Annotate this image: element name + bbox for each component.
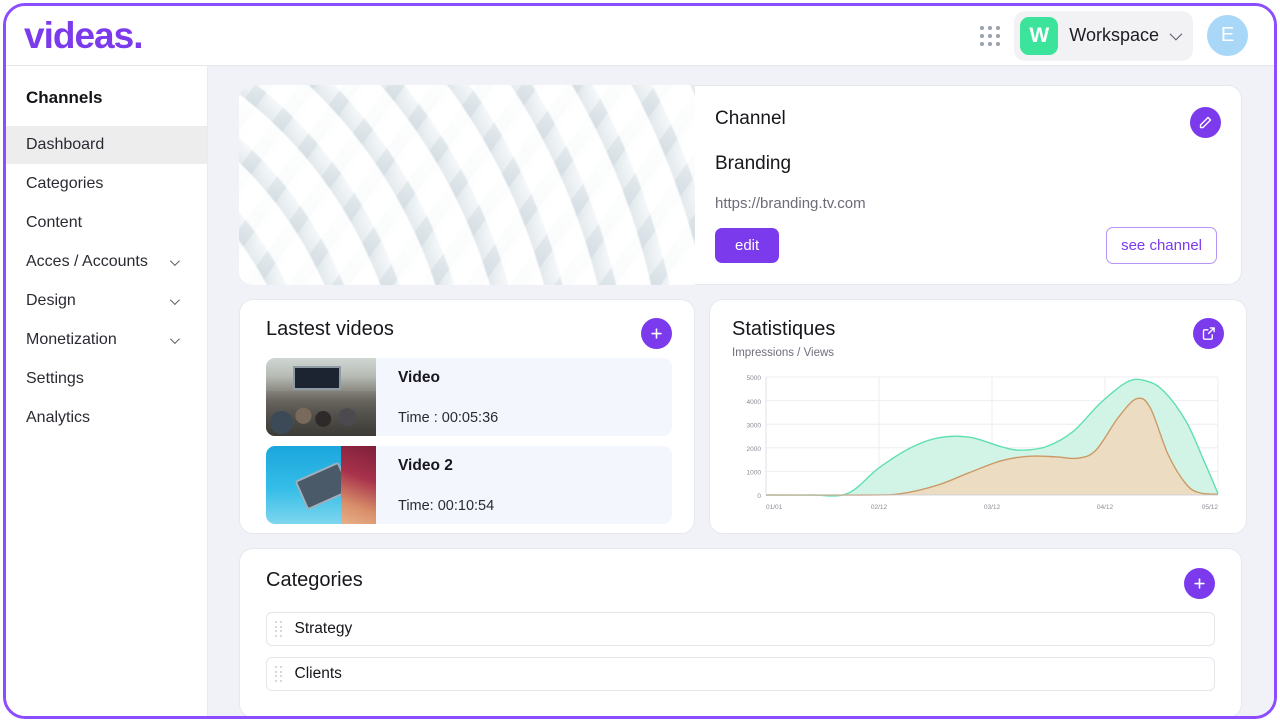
see-channel-button[interactable]: see channel [1106, 227, 1217, 264]
plus-icon [1194, 578, 1205, 589]
dashboard-middle-row: Lastest videos Video Time : 00:05:36 Vid… [239, 299, 1247, 534]
svg-text:4000: 4000 [747, 399, 762, 406]
chevron-down-icon [169, 294, 180, 305]
svg-text:05/12: 05/12 [1202, 504, 1219, 511]
channel-url: https://branding.tv.com [715, 195, 866, 212]
sidebar-item-label: Dashboard [26, 136, 105, 153]
edit-channel-icon-button[interactable] [1190, 107, 1221, 138]
sidebar-item-content[interactable]: Content [6, 204, 207, 242]
video-duration: Time : 00:05:36 [398, 410, 499, 426]
list-item[interactable]: Strategy [266, 612, 1215, 646]
sidebar-item-dashboard[interactable]: Dashboard [6, 126, 207, 164]
channel-banner-image [239, 85, 695, 285]
sidebar-item-design[interactable]: Design [6, 282, 207, 320]
chevron-down-icon [169, 333, 180, 344]
sidebar-item-label: Content [26, 214, 83, 231]
category-label: Clients [294, 665, 342, 682]
apps-grid-icon[interactable] [980, 25, 1001, 46]
pencil-icon [1199, 116, 1212, 129]
drag-handle-icon[interactable] [275, 666, 282, 682]
channel-actions: edit see channel [715, 227, 1217, 264]
plus-icon [651, 328, 662, 339]
sidebar-item-monetization[interactable]: Monetization [6, 321, 207, 359]
channel-heading: Channel [715, 108, 786, 129]
sidebar-item-label: Monetization [26, 331, 117, 348]
sidebar-item-label: Analytics [26, 409, 91, 426]
video-duration: Time: 00:10:54 [398, 498, 495, 514]
open-statistics-button[interactable] [1193, 318, 1224, 349]
latest-videos-title: Lastest videos [266, 318, 394, 340]
svg-text:01/01: 01/01 [766, 504, 783, 511]
chart-canvas: 0 1000 2000 3000 4000 5000 01/01 02/12 03/12 04/1… [747, 375, 1219, 511]
header-actions: W Workspace E [980, 10, 1248, 61]
impressions-views-chart: 0 1000 2000 3000 4000 5000 01/01 02/12 03/12 04/1… [732, 369, 1224, 522]
svg-text:1000: 1000 [747, 470, 762, 477]
video-meta: Video 2 Time: 00:10:54 [376, 446, 672, 524]
svg-text:0: 0 [757, 493, 761, 500]
statistics-title: Statistiques [732, 318, 836, 340]
conference-room-thumbnail [266, 358, 376, 436]
latest-videos-card: Lastest videos Video Time : 00:05:36 Vid… [239, 299, 695, 534]
category-list: Strategy Clients [266, 612, 1215, 691]
categories-title: Categories [266, 569, 363, 591]
workspace-badge: W [1020, 16, 1059, 55]
top-header: videas. W Workspace E [6, 6, 1274, 65]
sidebar-item-label: Categories [26, 175, 104, 192]
cassette-tape-thumbnail [266, 446, 376, 524]
chevron-down-icon [1169, 27, 1183, 41]
drag-handle-icon[interactable] [275, 621, 282, 637]
svg-text:2000: 2000 [747, 446, 762, 453]
video-title: Video [398, 369, 440, 386]
avatar[interactable]: E [1207, 15, 1248, 56]
list-item[interactable]: Video Time : 00:05:36 [266, 358, 672, 436]
video-title: Video 2 [398, 457, 453, 474]
sidebar-item-analytics[interactable]: Analytics [6, 399, 207, 437]
svg-text:03/12: 03/12 [984, 504, 1001, 511]
workspace-label: Workspace [1069, 25, 1159, 45]
app-logo[interactable]: videas. [24, 17, 143, 54]
workspace-switcher[interactable]: W Workspace [1014, 10, 1193, 61]
sidebar-item-label: Settings [26, 370, 84, 387]
sidebar-item-categories[interactable]: Categories [6, 165, 207, 203]
svg-text:04/12: 04/12 [1097, 504, 1114, 511]
channel-name: Branding [715, 153, 792, 174]
add-category-button[interactable] [1184, 568, 1215, 599]
statistics-card: Statistiques Impressions / Views 0 1000 20… [709, 299, 1247, 534]
list-item[interactable]: Video 2 Time: 00:10:54 [266, 446, 672, 524]
category-label: Strategy [294, 620, 353, 637]
sidebar-item-label: Acces / Accounts [26, 253, 148, 270]
external-link-icon [1202, 327, 1215, 340]
edit-button[interactable]: edit [715, 228, 780, 263]
main-content: Channel Branding https://branding.tv.com… [208, 66, 1274, 716]
statistics-subtitle: Impressions / Views [732, 347, 835, 359]
chevron-down-icon [169, 255, 180, 266]
sidebar-title: Channels [26, 88, 103, 107]
video-meta: Video Time : 00:05:36 [376, 358, 672, 436]
app-window: videas. W Workspace E Channels Dashboard… [3, 3, 1277, 719]
channel-section: Channel Branding https://branding.tv.com… [239, 85, 1242, 285]
channel-card: Channel Branding https://branding.tv.com… [695, 85, 1242, 285]
sidebar: Channels Dashboard Categories Content Ac… [6, 66, 208, 716]
sidebar-item-acces-accounts[interactable]: Acces / Accounts [6, 243, 207, 281]
svg-text:02/12: 02/12 [871, 504, 888, 511]
page-body: Channels Dashboard Categories Content Ac… [6, 65, 1274, 716]
sidebar-item-settings[interactable]: Settings [6, 360, 207, 398]
video-list: Video Time : 00:05:36 Video 2 Time: 00:1… [266, 358, 672, 524]
list-item[interactable]: Clients [266, 657, 1215, 691]
add-video-button[interactable] [641, 318, 672, 349]
categories-card: Categories Strategy Clients [239, 548, 1242, 716]
svg-text:5000: 5000 [747, 375, 762, 382]
sidebar-item-label: Design [26, 292, 76, 309]
svg-text:3000: 3000 [747, 422, 762, 429]
